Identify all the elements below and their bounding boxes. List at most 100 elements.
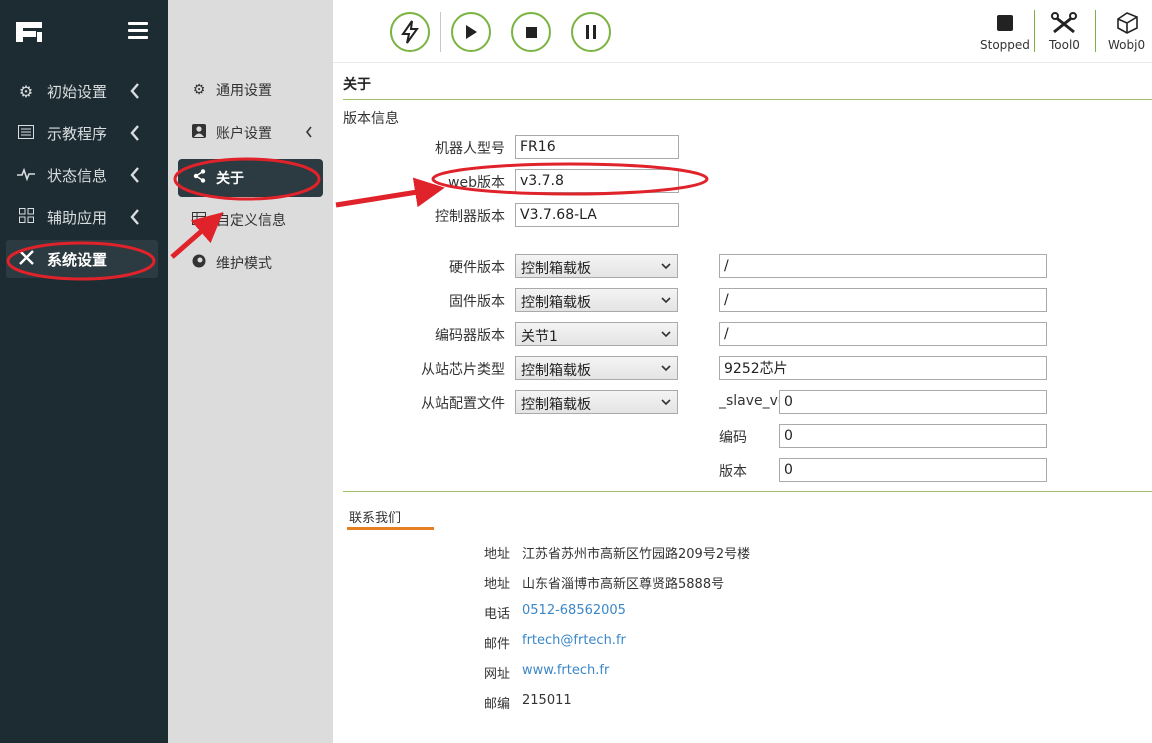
chevron-left-icon [130,125,139,141]
play-icon [466,25,477,39]
contact-label: 邮编 [484,697,511,712]
grid-icon [15,207,37,227]
subnav-item-label: 账户设置 [216,126,272,142]
stopped-status-icon [996,12,1013,34]
toolbar-divider [440,12,441,52]
sidebar-item-status-info[interactable]: 状态信息 [6,156,158,194]
subnav-item-label: 自定义信息 [216,213,286,229]
app-root: ⚙ 初始设置 示教程序 状态信息 辅助应用 系统设置 Stopped Tool0… [0,0,1152,743]
tool-coordinate[interactable]: Tool0 [1049,12,1080,52]
lightning-icon [401,20,419,44]
stop-button[interactable] [511,12,551,52]
menu-toggle-icon[interactable] [128,22,148,40]
main-sidebar: ⚙ 初始设置 示教程序 状态信息 辅助应用 系统设置 [0,0,168,743]
contact-phone-link[interactable]: 0512-68562005 [522,603,626,618]
subnav-item-about[interactable]: 关于 [178,159,323,197]
toolbar-divider [1034,10,1035,52]
subnav-item-general[interactable]: ⚙ 通用设置 [178,71,323,109]
gear-icon: ⚙ [18,81,34,101]
pause-icon [586,25,596,39]
wrench-icon [1051,12,1078,34]
app-logo [14,18,44,48]
slave-chip-type-field[interactable] [719,356,1047,380]
code-label: 编码 [719,430,747,446]
sidebar-item-label: 初始设置 [47,82,108,101]
firmware-version-select[interactable]: 控制箱载板 [515,288,678,312]
version-info-heading: 版本信息 [343,111,399,127]
encoder-version-field[interactable] [719,322,1047,346]
hardware-version-select[interactable]: 控制箱载板 [515,254,678,278]
section-divider [343,491,1152,492]
firmware-version-field[interactable] [719,288,1047,312]
version-field[interactable] [779,458,1047,482]
subnav-item-account[interactable]: 账户设置 [178,114,323,152]
version-label: 版本 [719,464,747,480]
workpiece-coordinate[interactable]: Wobj0 [1108,12,1145,52]
contact-label: 地址 [484,547,511,562]
sidebar-item-label: 系统设置 [47,250,108,269]
firmware-version-label: 固件版本 [449,294,505,310]
disc-icon [190,254,208,272]
contact-email-link[interactable]: frtech@frtech.fr [522,633,626,648]
robot-model-field[interactable] [515,135,679,159]
title-divider [343,99,1152,100]
toolbar-divider [1095,10,1096,52]
pause-button[interactable] [571,12,611,52]
controller-version-label: 控制器版本 [435,209,505,225]
sidebar-item-teaching-program[interactable]: 示教程序 [6,114,158,152]
select-value: 关节1 [521,329,558,345]
user-icon [190,124,208,142]
slave-config-file-label: 从站配置文件 [421,396,505,412]
contact-label: 地址 [484,577,511,592]
sidebar-item-label: 状态信息 [47,166,108,185]
slave-chip-type-label: 从站芯片类型 [421,362,505,378]
sidebar-item-system-settings[interactable]: 系统设置 [6,240,158,278]
subnav-item-maintenance[interactable]: 维护模式 [178,244,323,282]
contact-address-1: 江苏省苏州市高新区竹园路209号2号楼 [522,547,751,562]
enable-power-button[interactable] [390,12,430,52]
share-icon [190,169,208,187]
sidebar-item-label: 辅助应用 [47,208,108,227]
run-status: Stopped [980,12,1030,52]
sidebar-item-initial-settings[interactable]: ⚙ 初始设置 [6,72,158,110]
slave-ver-field[interactable] [779,390,1047,414]
controller-version-field[interactable] [515,203,679,227]
select-value: 控制箱载板 [521,397,591,413]
tab-contact-us[interactable]: 联系我们 [349,507,401,526]
robot-model-label: 机器人型号 [435,141,505,157]
chevron-left-icon [305,126,312,138]
pulse-icon [15,166,37,185]
hardware-version-label: 硬件版本 [449,260,505,276]
code-field[interactable] [779,424,1047,448]
chevron-left-icon [130,167,139,183]
chevron-left-icon [130,83,139,99]
slave-ver-label: _slave_ve [719,393,779,409]
sidebar-item-label: 示教程序 [47,124,108,143]
tool-label: Tool0 [1049,38,1080,52]
contact-website-link[interactable]: www.frtech.fr [522,663,609,678]
page-title: 关于 [343,77,371,93]
tools-icon [15,249,37,270]
run-status-label: Stopped [980,38,1030,52]
sidebar-item-aux-apps[interactable]: 辅助应用 [6,198,158,236]
chevron-down-icon [661,365,671,372]
chevron-down-icon [661,331,671,338]
gears-icon: ⚙ [192,82,206,98]
start-button[interactable] [451,12,491,52]
wobj-label: Wobj0 [1108,38,1146,52]
select-value: 控制箱载板 [521,261,591,277]
slave-chip-type-select[interactable]: 控制箱载板 [515,356,678,380]
subnav-item-custom-info[interactable]: 自定义信息 [178,201,323,239]
contact-label: 电话 [484,607,511,622]
encoder-version-select[interactable]: 关节1 [515,322,678,346]
slave-config-file-select[interactable]: 控制箱载板 [515,390,678,414]
web-version-field[interactable] [515,169,679,193]
subnav-item-label: 维护模式 [216,256,272,272]
chevron-down-icon [661,297,671,304]
hardware-version-field[interactable] [719,254,1047,278]
chevron-left-icon [130,209,139,225]
select-value: 控制箱载板 [521,363,591,379]
encoder-version-label: 编码器版本 [435,328,505,344]
contact-postcode: 215011 [522,693,572,708]
contact-label: 邮件 [484,637,511,652]
